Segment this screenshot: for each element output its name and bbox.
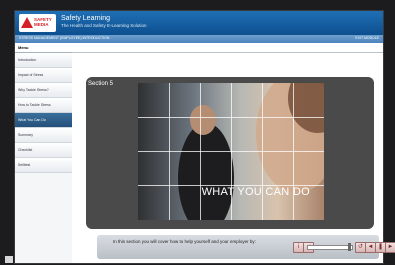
corner-tab bbox=[5, 256, 13, 263]
sidebar-item-checklist[interactable]: Checklist bbox=[15, 143, 72, 158]
divider bbox=[72, 52, 383, 53]
exit-module-link[interactable]: EXIT MODULE bbox=[355, 36, 379, 40]
volume-knob[interactable] bbox=[347, 243, 351, 251]
player-controls: In this section you will cover how to he… bbox=[97, 235, 395, 259]
photo-caption: WHAT YOU CAN DO bbox=[201, 186, 310, 198]
sidebar-item-why-tackle-stress[interactable]: Why Tackle Stress? bbox=[15, 83, 72, 98]
volume-slider[interactable] bbox=[307, 243, 353, 251]
safety-media-logo: SAFETY MEDIA bbox=[19, 14, 56, 32]
app-header: SAFETY MEDIA Safety Learning The Health … bbox=[15, 11, 383, 35]
app-title: Safety Learning bbox=[61, 15, 111, 22]
section-title: Section 5 bbox=[88, 81, 114, 87]
sidebar-item-impact-of-stress[interactable]: Impact of Stress bbox=[15, 68, 72, 83]
course-bar: STRESS MANAGEMENT (EMPLOYEE) INTRODUCTIO… bbox=[15, 35, 383, 43]
app-subtitle: The Health and Safety E-Learning Solutio… bbox=[61, 23, 147, 28]
person-silhouette bbox=[178, 123, 234, 220]
content-area: Section 5 WHAT YOU CAN DO In this sectio… bbox=[72, 43, 395, 263]
logo-triangle-icon bbox=[21, 17, 33, 28]
course-title: STRESS MANAGEMENT (EMPLOYEE) INTRODUCTIO… bbox=[19, 36, 110, 40]
sidebar-item-sellitest[interactable]: Sellitest bbox=[15, 158, 72, 173]
sidebar-item-what-you-can-do[interactable]: What You Can Do bbox=[15, 113, 72, 128]
narration-text: In this section you will cover how to he… bbox=[113, 239, 256, 244]
logo-text: SAFETY MEDIA bbox=[34, 17, 52, 27]
next-icon[interactable]: ► bbox=[385, 242, 395, 253]
section-photo: WHAT YOU CAN DO bbox=[138, 83, 324, 220]
sidebar-item-introduction[interactable]: Introduction bbox=[15, 53, 72, 68]
person-head bbox=[190, 105, 216, 135]
menu-header: Menu bbox=[15, 43, 72, 53]
app-window: SAFETY MEDIA Safety Learning The Health … bbox=[14, 10, 395, 264]
sidebar-menu: Menu Introduction Impact of Stress Why T… bbox=[15, 43, 73, 263]
sidebar-item-how-to-tackle-stress[interactable]: How to Tackle Stress bbox=[15, 98, 72, 113]
sidebar-item-summary[interactable]: Summary bbox=[15, 128, 72, 143]
